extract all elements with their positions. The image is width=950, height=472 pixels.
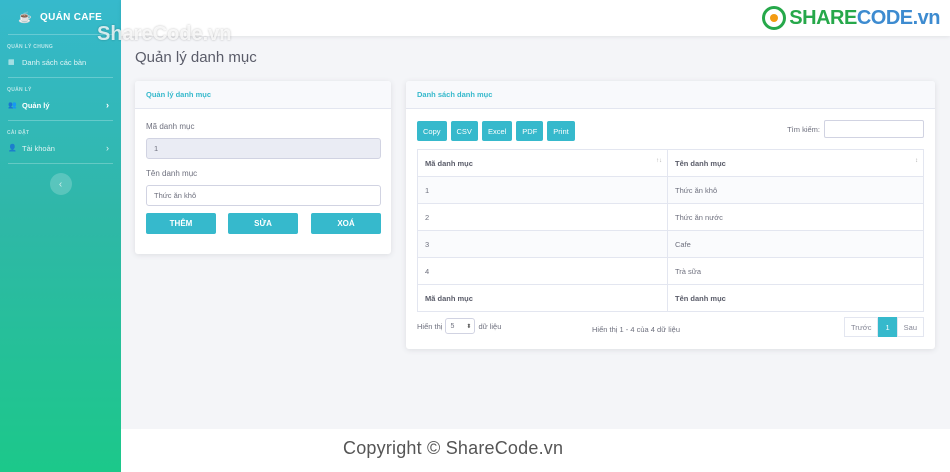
sidebar-heading-manage: QUẢN LÝ: [7, 87, 32, 93]
sharecode-logo-icon: [762, 6, 787, 30]
chevron-right-icon: ›: [106, 143, 109, 153]
page-button-1[interactable]: 1: [878, 317, 897, 337]
cell-name: Cafe: [667, 230, 924, 258]
print-button[interactable]: Print: [547, 121, 575, 141]
length-suffix: dữ liệu: [478, 321, 502, 331]
csv-button[interactable]: CSV: [450, 121, 478, 141]
category-list-card: Danh sách danh mục Copy CSV Excel PDF Pr…: [406, 81, 935, 349]
pagination: Trước 1 Sau: [843, 317, 924, 337]
sidebar-item-label: Tài khoản: [22, 143, 55, 153]
table-icon: ▦: [8, 59, 15, 66]
cell-id: 3: [417, 230, 668, 258]
name-label: Tên danh mục: [146, 169, 198, 178]
search-input[interactable]: [824, 120, 924, 138]
card-title: Danh sách danh mục: [406, 81, 935, 109]
cell-id: 1: [417, 176, 668, 204]
column-header-name[interactable]: Tên danh mục ↕: [667, 149, 924, 177]
page-length-select[interactable]: 5: [445, 318, 476, 334]
copyright-watermark: Copyright © ShareCode.vn: [343, 438, 564, 458]
copy-button[interactable]: Copy: [417, 121, 447, 141]
user-icon: 👤: [8, 145, 17, 152]
table-row[interactable]: 4 Trà sữa: [417, 257, 924, 285]
add-button[interactable]: THÊM: [146, 213, 216, 234]
cell-name: Trà sữa: [667, 257, 924, 285]
sidebar-heading-settings: CÀI ĐẶT: [7, 130, 30, 136]
page-length: Hiển thị 5 dữ liệu: [417, 318, 501, 334]
pdf-button[interactable]: PDF: [516, 121, 544, 141]
export-buttons: Copy CSV Excel PDF Print: [417, 121, 579, 141]
column-footer-name: Tên danh mục: [667, 284, 924, 312]
watermark-text: ShareCode.vn: [97, 23, 232, 45]
column-footer-id: Mã danh mục: [417, 284, 668, 312]
category-table: Mã danh mục ↑↓ Tên danh mục ↕ 1 Thức ăn khô…: [417, 149, 924, 312]
next-page-button[interactable]: Sau: [896, 317, 924, 337]
search: Tìm kiếm:: [787, 120, 924, 138]
logo-text-a: SHARE: [789, 6, 857, 29]
sort-icon: ↑↓: [656, 158, 662, 164]
sidebar: ☕ QUÁN CAFE QUẢN LÝ CHUNG ▦ Danh sách cá…: [0, 0, 121, 472]
column-header-label: Mã danh mục: [425, 158, 473, 168]
name-field[interactable]: Thức ăn khô: [146, 185, 381, 206]
length-prefix: Hiển thị: [417, 321, 443, 331]
id-label: Mã danh mục: [146, 122, 195, 131]
users-icon: 👥: [8, 102, 17, 109]
table-row[interactable]: 3 Cafe: [417, 230, 924, 258]
sharecode-logo: SHARECODE.vn: [762, 6, 941, 30]
table-row[interactable]: 2 Thức ăn nước: [417, 203, 924, 231]
cell-id: 2: [417, 203, 668, 231]
sidebar-item-label: Quản lý: [22, 100, 50, 110]
prev-page-button[interactable]: Trước: [843, 317, 879, 337]
search-label: Tìm kiếm:: [787, 124, 820, 134]
column-header-id[interactable]: Mã danh mục ↑↓: [417, 149, 668, 177]
logo-text-b: CODE.vn: [856, 6, 941, 29]
excel-button[interactable]: Excel: [481, 121, 513, 141]
cell-id: 4: [417, 257, 668, 285]
chevron-left-icon: ‹: [58, 178, 63, 190]
sort-icon: ↕: [915, 158, 918, 164]
edit-button[interactable]: SỬA: [228, 213, 298, 234]
sidebar-item-manage[interactable]: 👥 Quản lý ›: [0, 96, 121, 114]
card-title: Quản lý danh mục: [135, 81, 391, 109]
page-title: Quản lý danh mục: [135, 49, 257, 66]
cell-name: Thức ăn nước: [667, 203, 924, 231]
sidebar-toggle-button[interactable]: ‹: [49, 173, 72, 195]
sidebar-item-tables[interactable]: ▦ Danh sách các bàn: [0, 53, 121, 71]
delete-button[interactable]: XOÁ: [311, 213, 381, 234]
table-row[interactable]: 1 Thức ăn khô: [417, 176, 924, 204]
table-info: Hiển thị 1 - 4 của 4 dữ liệu: [592, 325, 680, 334]
column-header-label: Tên danh mục: [675, 158, 726, 168]
topbar: SHARECODE.vn: [121, 0, 950, 36]
category-form-card: Quản lý danh mục Mã danh mục 1 Tên danh …: [135, 81, 391, 254]
coffee-cup-icon: ☕: [18, 11, 32, 24]
brand-name: QUÁN CAFE: [40, 11, 103, 23]
cell-name: Thức ăn khô: [667, 176, 924, 204]
sidebar-item-account[interactable]: 👤 Tài khoản ›: [0, 139, 121, 157]
id-field[interactable]: 1: [146, 138, 381, 159]
chevron-right-icon: ›: [106, 100, 109, 110]
sidebar-divider: [8, 163, 113, 164]
sidebar-item-label: Danh sách các bàn: [22, 57, 87, 67]
